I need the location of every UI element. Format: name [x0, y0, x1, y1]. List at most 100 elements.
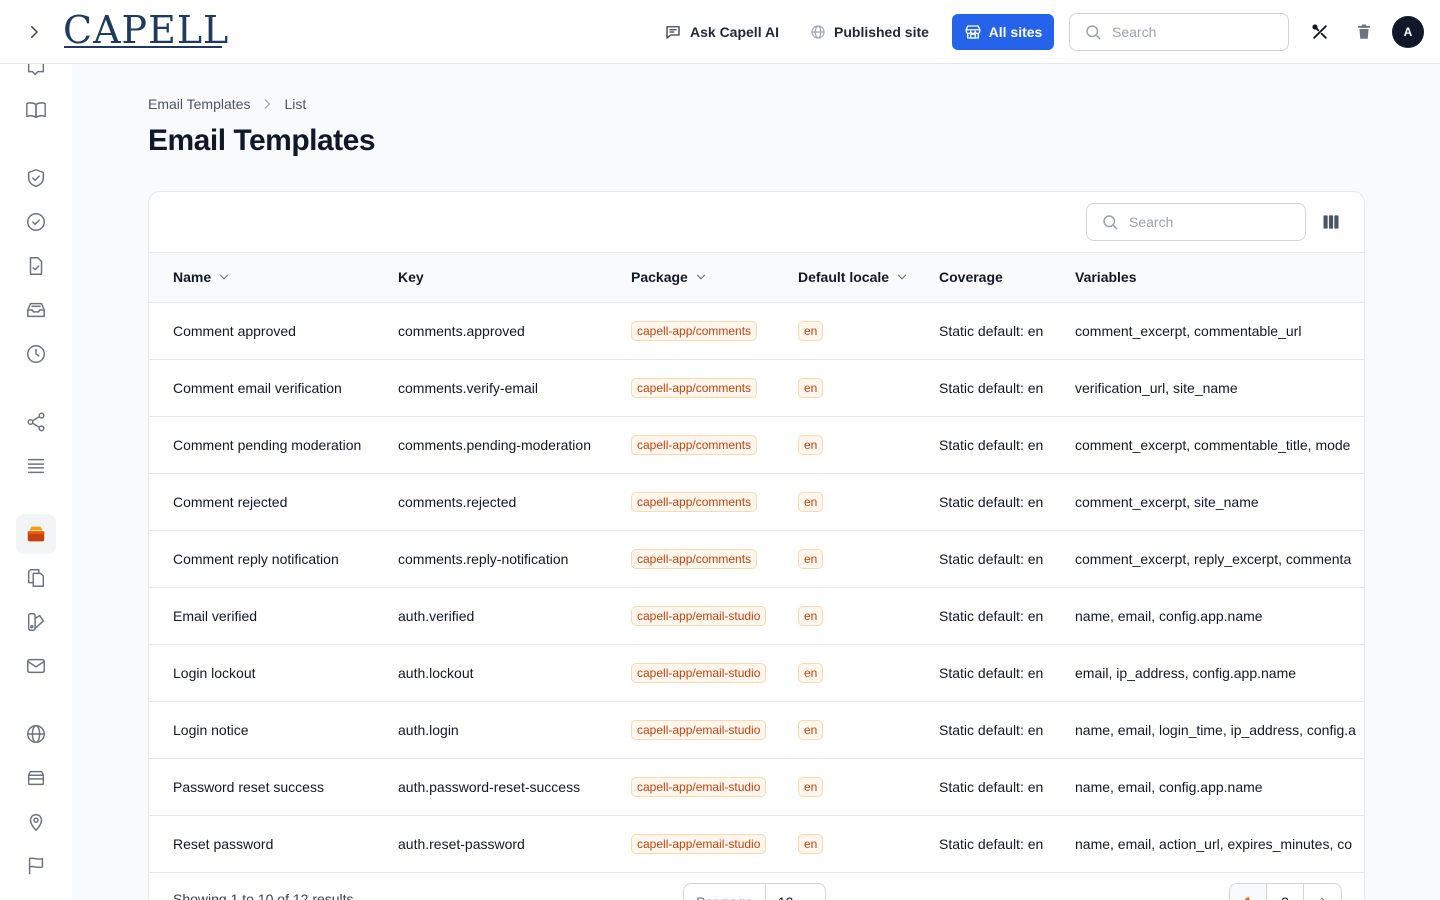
cell-name: Comment rejected	[173, 493, 288, 510]
page-title: Email Templates	[148, 124, 376, 157]
table-row[interactable]: Login lockout auth.lockout capell-app/emai…	[149, 644, 1364, 701]
table-row[interactable]: Password reset success auth.password-rese…	[149, 758, 1364, 815]
column-toggle-button[interactable]	[1319, 210, 1343, 234]
global-search[interactable]	[1069, 13, 1289, 51]
cell-variables: comment_excerpt, reply_excerpt, commenta	[1075, 550, 1352, 567]
default-locale-badge: en	[798, 833, 824, 854]
column-header-key: Key	[374, 253, 607, 302]
cell-variables: name, email, login_time, ip_address, con…	[1075, 721, 1356, 738]
breadcrumb-current: List	[284, 96, 307, 112]
table-row[interactable]: Comment reply notification comments.reply…	[149, 530, 1364, 587]
per-page-value: 10	[778, 894, 794, 900]
cell-coverage: Static default: en	[939, 550, 1044, 567]
cell-default-locale: en	[774, 416, 915, 473]
sidebar-item-email-templates[interactable]	[16, 514, 56, 554]
cell-coverage: Static default: en	[939, 778, 1044, 795]
cell-package: capell-app/comments	[607, 416, 774, 473]
table-row[interactable]: Email verified auth.verified capell-app/em…	[149, 587, 1364, 644]
sidebar-item-locations[interactable]	[16, 802, 56, 842]
cell-variables: comment_excerpt, site_name	[1075, 493, 1259, 510]
cell-key: comments.approved	[398, 322, 525, 339]
column-header-name[interactable]: Name	[149, 253, 374, 302]
sidebar-item-approvals[interactable]	[16, 202, 56, 242]
page-1-button[interactable]: 1	[1230, 884, 1267, 900]
table-header-row: Name Key Package Default locale Coverage…	[149, 253, 1364, 302]
sidebar	[0, 64, 72, 900]
globe-icon	[27, 725, 45, 743]
per-page-select[interactable]: Per page 10	[683, 883, 827, 900]
cell-key: auth.lockout	[398, 664, 474, 681]
package-badge: capell-app/comments	[631, 548, 758, 569]
default-locale-badge: en	[798, 377, 824, 398]
default-locale-badge: en	[798, 662, 824, 683]
table-row[interactable]: Comment pending moderation comments.pendi…	[149, 416, 1364, 473]
cell-variables: comment_excerpt, commentable_title, mode	[1075, 436, 1351, 453]
sidebar-item-security[interactable]	[16, 158, 56, 198]
table-row[interactable]: Comment rejected comments.rejected capell-…	[149, 473, 1364, 530]
sidebar-item-share[interactable]	[16, 402, 56, 442]
document-check-icon	[29, 257, 43, 275]
per-page-label: Per page	[684, 884, 766, 900]
tools-button[interactable]	[1308, 20, 1332, 44]
table-row[interactable]: Login notice auth.login capell-app/email-s…	[149, 701, 1364, 758]
cell-package: capell-app/email-studio	[607, 815, 774, 872]
sidebar-item-mail[interactable]	[16, 646, 56, 686]
inbox-stack-icon	[27, 302, 45, 318]
sidebar-item-inbox[interactable]	[16, 290, 56, 330]
sidebar-item-list[interactable]	[16, 446, 56, 486]
sidebar-item-pages[interactable]	[16, 558, 56, 598]
sidebar-item-history[interactable]	[16, 334, 56, 374]
table-row[interactable]: Comment approved comments.approved capell-…	[149, 302, 1364, 359]
sidebar-item-docs[interactable]	[16, 90, 56, 130]
cell-default-locale: en	[774, 644, 915, 701]
sidebar-item-documents[interactable]	[16, 246, 56, 286]
default-locale-badge: en	[798, 320, 824, 341]
logo[interactable]: CAPELL	[63, 10, 229, 50]
trash-button[interactable]	[1352, 20, 1376, 44]
logo-underline	[64, 46, 222, 48]
sidebar-toggle-button[interactable]	[20, 18, 48, 46]
cell-package: capell-app/email-studio	[607, 758, 774, 815]
cell-key: comments.rejected	[398, 493, 517, 510]
swatch-icon	[27, 613, 45, 631]
next-page-button[interactable]	[1304, 884, 1341, 900]
table-footer: Showing 1 to 10 of 12 results Per page 1…	[149, 872, 1364, 900]
page-2-button[interactable]: 2	[1267, 884, 1304, 900]
cell-package: capell-app/comments	[607, 473, 774, 530]
package-badge: capell-app/comments	[631, 491, 758, 512]
cell-package: capell-app/comments	[607, 530, 774, 587]
column-header-coverage-label: Coverage	[939, 269, 1003, 286]
cell-coverage: Static default: en	[939, 322, 1044, 339]
table-row[interactable]: Comment email verification comments.verif…	[149, 359, 1364, 416]
column-header-default-locale-label: Default locale	[798, 269, 890, 286]
sidebar-item-design[interactable]	[16, 602, 56, 642]
column-header-default-locale[interactable]: Default locale	[774, 253, 915, 302]
sidebar-item-flags[interactable]	[16, 846, 56, 886]
cell-default-locale: en	[774, 473, 915, 530]
storefront-icon	[965, 25, 981, 39]
map-pin-icon	[29, 814, 43, 832]
package-badge: capell-app/comments	[631, 377, 758, 398]
ask-ai-button[interactable]: Ask Capell AI	[664, 14, 779, 50]
chevron-down-icon	[801, 896, 813, 900]
sidebar-item-archive[interactable]	[16, 758, 56, 798]
breadcrumb-parent[interactable]: Email Templates	[148, 96, 250, 112]
table-row[interactable]: Reset password auth.reset-password capell-…	[149, 815, 1364, 872]
sidebar-item-sites[interactable]	[16, 714, 56, 754]
default-locale-badge: en	[798, 719, 824, 740]
cell-default-locale: en	[774, 359, 915, 416]
table-search[interactable]	[1086, 203, 1306, 241]
cell-key: auth.login	[398, 721, 459, 738]
sidebar-item-reviews[interactable]	[16, 64, 56, 88]
published-site-button[interactable]: Published site	[810, 14, 929, 50]
table-search-input[interactable]	[1129, 214, 1279, 230]
avatar[interactable]: A	[1392, 16, 1424, 48]
global-search-input[interactable]	[1112, 24, 1262, 40]
cell-variables: email, ip_address, config.app.name	[1075, 664, 1297, 681]
search-icon	[1086, 25, 1101, 40]
all-sites-button[interactable]: All sites	[952, 14, 1054, 50]
cell-key: comments.pending-moderation	[398, 436, 591, 453]
column-header-package[interactable]: Package	[607, 253, 774, 302]
cell-name: Email verified	[173, 607, 258, 624]
cell-name: Reset password	[173, 835, 274, 852]
